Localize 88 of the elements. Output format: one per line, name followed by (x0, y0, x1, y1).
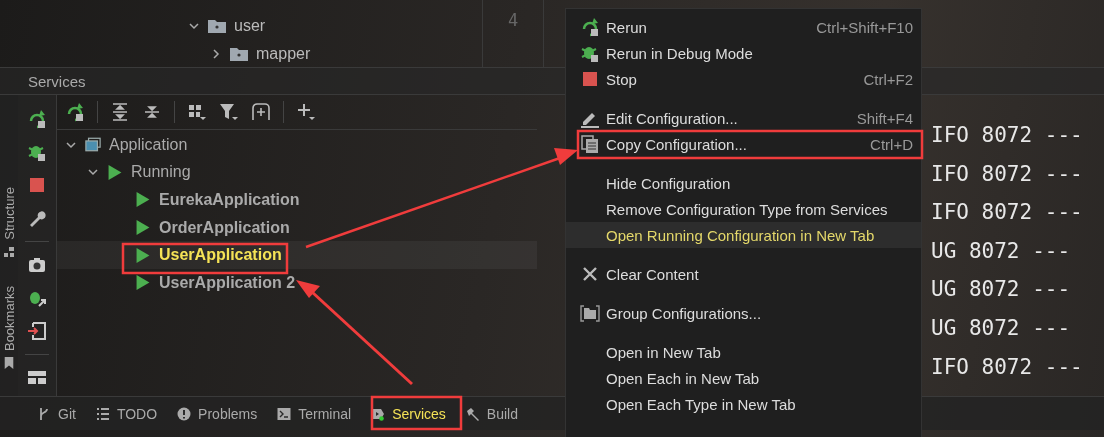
terminal-icon (277, 406, 292, 421)
stop-icon[interactable] (27, 175, 47, 195)
menu-label: Stop (606, 70, 638, 88)
side-tab[interactable]: Bookmarks (1, 285, 17, 351)
tool-tab[interactable]: Problems (168, 401, 267, 426)
folder-icon (230, 47, 248, 61)
tree-item[interactable]: UserApplication (159, 246, 282, 265)
tool-tab[interactable]: Build (456, 401, 527, 426)
menu-item[interactable]: Open Running Configuration in New Tab (566, 222, 921, 248)
expand-all-icon[interactable] (110, 102, 130, 122)
menu-item[interactable]: Rerun Ctrl+Shift+F10 (566, 14, 921, 40)
tree-item[interactable]: Running (131, 163, 191, 182)
hammer-icon (465, 406, 480, 421)
tool-tab[interactable]: TODO (86, 401, 167, 426)
tool-tab[interactable]: Services (362, 401, 455, 426)
console-line: IFO 8072 --- (931, 160, 1084, 188)
add-service-icon[interactable] (251, 102, 271, 122)
shortcut-text: Ctrl+Shift+F10 (816, 18, 913, 36)
menu-item[interactable]: Stop Ctrl+F2 (566, 66, 921, 92)
play-icon (135, 247, 151, 263)
menu-item[interactable]: Open Each in New Tab (566, 365, 921, 391)
panel-title: Services (28, 72, 86, 90)
tree-item[interactable]: UserApplication 2 (159, 273, 296, 292)
line-number: 4 (507, 10, 519, 30)
console-line: UG 8072 --- (931, 314, 1072, 342)
camera-icon[interactable] (27, 255, 47, 275)
exit-icon[interactable] (27, 321, 47, 341)
menu-item[interactable]: Open in New Tab (566, 339, 921, 365)
filter-icon[interactable] (219, 102, 239, 122)
rerun-icon[interactable] (65, 102, 85, 122)
tree-item[interactable]: mapper (256, 45, 311, 63)
menu-item[interactable]: Rerun in Debug Mode (566, 40, 921, 66)
stop-icon (580, 69, 600, 89)
play-icon (135, 220, 151, 236)
play-icon (135, 192, 151, 208)
menu-item[interactable]: Group Configurations... (566, 300, 921, 326)
console-line: IFO 8072 --- (931, 122, 1084, 149)
shortcut-text: Ctrl+D (870, 135, 913, 153)
play-icon (135, 275, 151, 291)
tree-item[interactable]: user (234, 17, 266, 35)
bookmark-icon[interactable] (3, 356, 15, 369)
menu-item[interactable]: Copy Configuration... Ctrl+D (566, 131, 921, 157)
menu-label: Open Each in New Tab (606, 369, 761, 387)
menu-label: Open in New Tab (606, 343, 722, 361)
menu-label: Rerun (606, 18, 648, 36)
menu-label: Clear Content (606, 265, 700, 283)
menu-item[interactable]: Remove Configuration Type from Services (566, 196, 921, 222)
side-tab[interactable]: Structure (1, 187, 17, 240)
tree-item[interactable]: Application (109, 135, 188, 154)
folder-icon (580, 303, 600, 323)
console-line: UG 8072 --- (931, 237, 1072, 265)
play-icon (107, 164, 123, 180)
menu-label: Edit Configuration... (606, 109, 739, 127)
list-icon (95, 406, 110, 421)
copy-icon (580, 134, 600, 154)
console-line: IFO 8072 --- (931, 353, 1084, 381)
tool-tab[interactable]: Terminal (268, 401, 361, 426)
console-line: IFO 8072 --- (931, 199, 1084, 227)
selected-row[interactable]: UserApplication (57, 241, 537, 269)
chevron-icon[interactable] (210, 48, 222, 60)
chevron-icon[interactable] (188, 20, 200, 32)
tree-item[interactable]: EurekaApplication (159, 191, 300, 209)
add-icon[interactable] (296, 102, 316, 122)
menu-label: Group Configurations... (606, 304, 763, 322)
shortcut-text: Shift+F4 (856, 109, 913, 127)
menu-label: Open Running Configuration in New Tab (606, 226, 876, 244)
menu-item[interactable]: Clear Content (566, 261, 921, 287)
rerun-icon (580, 17, 600, 37)
menu-label: Open Each Type in New Tab (606, 395, 797, 413)
menu-label: Rerun in Debug Mode (606, 44, 754, 62)
group-by-icon[interactable] (187, 102, 207, 122)
tool-tab[interactable]: Git (28, 401, 85, 426)
menu-label: Hide Configuration (606, 174, 732, 192)
console-line: UG 8072 --- (931, 276, 1072, 304)
menu-item[interactable]: Hide Configuration (566, 170, 921, 196)
folder-icon (208, 19, 226, 33)
play-hexagon-icon (371, 406, 386, 421)
menu-label: Copy Configuration... (606, 135, 748, 153)
menu-item[interactable]: Open Each Type in New Tab (566, 391, 921, 417)
exclamation-icon (177, 406, 192, 421)
menu-label: Remove Configuration Type from Services (606, 200, 889, 218)
rerun-icon[interactable] (27, 109, 47, 129)
tree-item[interactable]: OrderApplication (159, 218, 290, 237)
structure-icon[interactable] (3, 245, 15, 258)
shortcut-text: Ctrl+F2 (863, 70, 913, 88)
menu-item[interactable]: Edit Configuration... Shift+F4 (566, 105, 921, 131)
branch-icon (37, 406, 51, 421)
window-icon (85, 137, 101, 153)
